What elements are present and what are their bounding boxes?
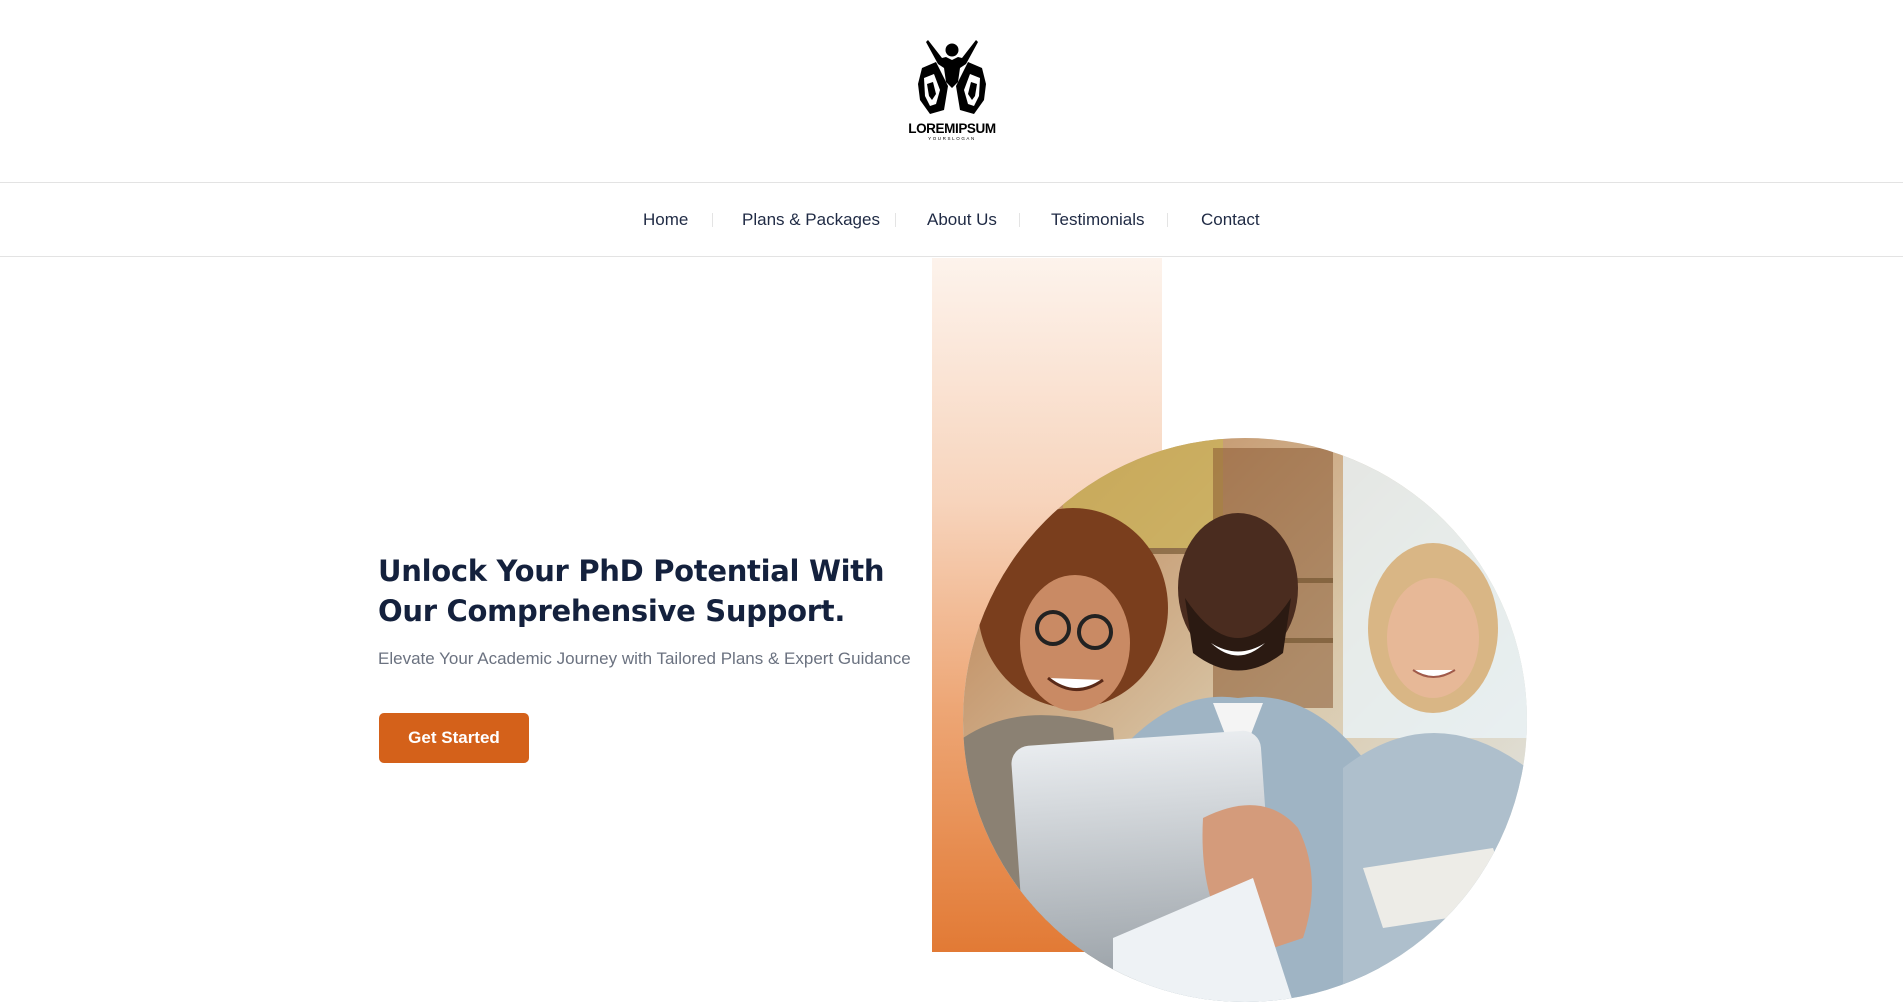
logo-brand-text: LOREMIPSUM xyxy=(908,121,996,136)
hero-title: Unlock Your PhD Potential With Our Compr… xyxy=(378,554,885,628)
nav-testimonials[interactable]: Testimonials xyxy=(1051,183,1145,256)
students-photo-illustration xyxy=(963,438,1527,1002)
nav-divider xyxy=(895,213,896,227)
logo-slogan-text: YOURSLOGAN xyxy=(928,136,976,141)
get-started-button[interactable]: Get Started xyxy=(379,713,529,763)
site-logo[interactable]: LOREMIPSUM YOURSLOGAN xyxy=(908,38,996,144)
nav-divider xyxy=(1167,213,1168,227)
nav-plans-packages[interactable]: Plans & Packages xyxy=(742,183,880,256)
main-nav: Home Plans & Packages About Us Testimoni… xyxy=(0,182,1903,257)
nav-divider xyxy=(712,213,713,227)
students-photo xyxy=(963,438,1527,1002)
people-raising-hands-icon xyxy=(918,40,986,114)
nav-divider xyxy=(1019,213,1020,227)
nav-about-us[interactable]: About Us xyxy=(927,183,997,256)
nav-contact[interactable]: Contact xyxy=(1201,183,1260,256)
hero-subtitle: Elevate Your Academic Journey with Tailo… xyxy=(378,649,911,668)
nav-home[interactable]: Home xyxy=(643,183,688,256)
site-header: LOREMIPSUM YOURSLOGAN xyxy=(0,0,1903,182)
